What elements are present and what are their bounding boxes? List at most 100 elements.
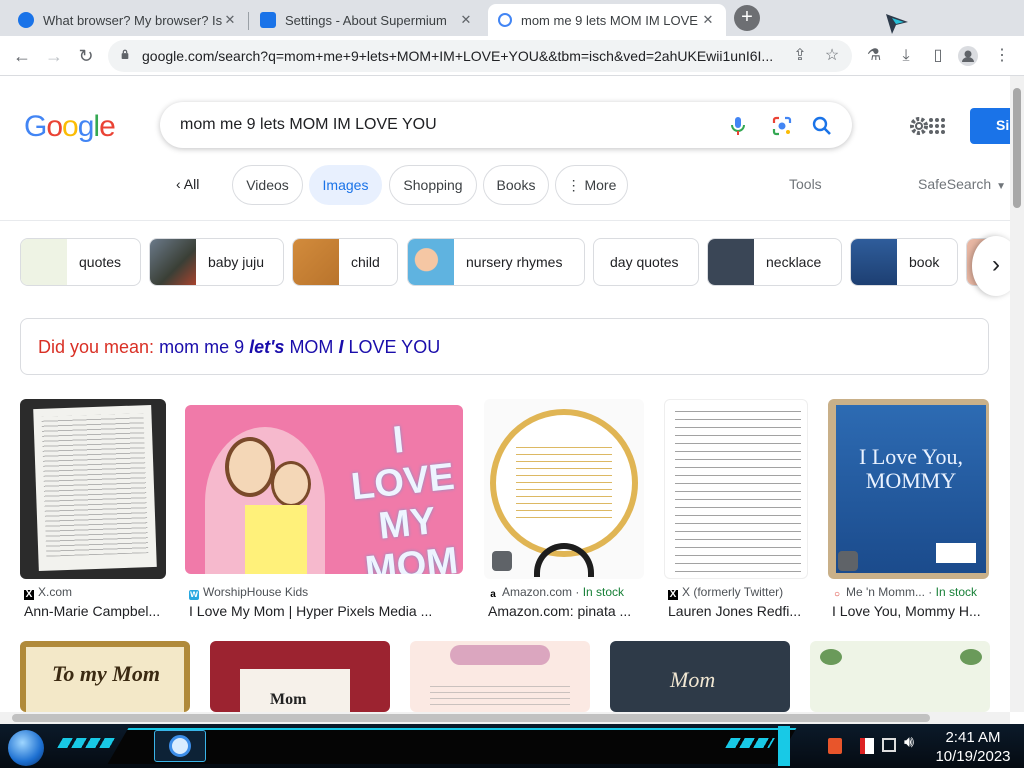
image-result[interactable]: X X.com Ann-Marie Campbel... — [20, 399, 166, 624]
reload-icon[interactable]: ↻ — [74, 44, 98, 68]
filter-chip-shopping[interactable]: Shopping — [389, 165, 477, 205]
result-image[interactable]: Mom — [610, 641, 790, 712]
chip-thumbnail — [150, 239, 196, 285]
result-title[interactable]: I Love My Mom | Hyper Pixels Media ... — [189, 603, 459, 619]
chip-thumbnail — [408, 239, 454, 285]
close-tab-icon[interactable]: ✕ — [458, 12, 474, 28]
result-title[interactable]: I Love You, Mommy H... — [832, 603, 990, 619]
tray-app-icon[interactable] — [828, 738, 842, 754]
image-result[interactable]: To my Mom — [20, 641, 190, 712]
new-tab-button[interactable]: + — [734, 5, 760, 31]
suggestion-chip-nursery-rhymes[interactable]: nursery rhymes — [407, 238, 585, 286]
filter-chip-more[interactable]: ⋮ More — [555, 165, 628, 205]
result-title[interactable]: Ann-Marie Campbel... — [24, 603, 166, 619]
show-desktop-button[interactable] — [778, 726, 790, 766]
share-icon[interactable]: ⇪ — [790, 46, 810, 66]
result-image[interactable] — [20, 399, 166, 579]
globe-icon — [18, 12, 34, 28]
result-image[interactable] — [410, 641, 590, 712]
image-result[interactable] — [410, 641, 590, 712]
price-tag-icon — [492, 551, 512, 571]
lens-camera-icon[interactable] — [770, 114, 794, 138]
price-tag-icon — [838, 551, 858, 571]
amazon-logo-icon: a — [490, 589, 496, 600]
flower-decoration — [450, 645, 550, 665]
filter-chip-books[interactable]: Books — [483, 165, 549, 205]
microphone-icon[interactable] — [726, 114, 750, 138]
tab-google-search[interactable]: mom me 9 lets MOM IM LOVE Y ✕ — [488, 4, 726, 36]
image-result[interactable]: I Love You, MOMMY ○ Me 'n Momm... · In sto… — [828, 399, 990, 624]
scrollbar-thumb[interactable] — [1013, 88, 1021, 208]
bookmark-star-icon[interactable]: ☆ — [822, 46, 842, 66]
search-input[interactable]: mom me 9 lets MOM IM LOVE YOU — [180, 116, 437, 134]
action-center-icon[interactable] — [860, 738, 874, 754]
safesearch-button[interactable]: SafeSearch ▼ — [918, 176, 1006, 192]
image-word: LOVE — [349, 455, 457, 509]
filter-chip-images[interactable]: Images — [309, 165, 382, 205]
vertical-scrollbar[interactable] — [1010, 76, 1024, 712]
menu-kebab-icon[interactable]: ⋮ — [992, 46, 1012, 66]
tweet-text-lines — [675, 404, 801, 576]
address-bar[interactable]: google.com/search?q=mom+me+9+lets+MOM+IM… — [108, 40, 852, 72]
back-arrow-icon[interactable]: ← — [10, 44, 34, 68]
chip-thumbnail — [851, 239, 897, 285]
suggested-text: MOM — [289, 337, 334, 357]
filter-chip-videos[interactable]: Videos — [232, 165, 303, 205]
forward-arrow-icon[interactable]: → — [42, 44, 66, 68]
google-favicon-icon — [498, 13, 512, 27]
suggestion-chip-book[interactable]: book — [850, 238, 958, 286]
settings-gear-icon[interactable] — [908, 115, 930, 137]
result-image[interactable] — [484, 399, 644, 579]
caret-down-icon: ▼ — [996, 181, 1007, 192]
close-tab-icon[interactable]: ✕ — [700, 12, 716, 28]
start-orb-icon[interactable] — [8, 730, 44, 766]
side-panel-icon[interactable]: ▯ — [928, 46, 948, 66]
suggestion-chip-baby-juju[interactable]: baby juju — [149, 238, 284, 286]
result-title[interactable]: Lauren Jones Redfi... — [668, 603, 808, 619]
tab-browser-question[interactable]: What browser? My browser? Is m ✕ — [8, 4, 248, 36]
image-result[interactable] — [810, 641, 990, 712]
result-image[interactable] — [664, 399, 808, 579]
image-result[interactable]: Mom — [610, 641, 790, 712]
image-result[interactable]: X X (formerly Twitter) Lauren Jones Redfi… — [664, 399, 810, 624]
tools-button[interactable]: Tools — [789, 176, 822, 192]
result-image[interactable] — [810, 641, 990, 712]
taskbar-band — [107, 728, 797, 764]
suggestion-chip-quotes[interactable]: quotes — [20, 238, 141, 286]
tab-divider — [248, 12, 249, 30]
result-image[interactable]: Mom — [210, 641, 390, 712]
search-box[interactable]: mom me 9 lets MOM IM LOVE YOU — [160, 102, 852, 148]
result-image[interactable]: I LOVE MY MOM — [185, 405, 463, 574]
taskbar-browser-button[interactable] — [154, 730, 206, 762]
suggestion-chip-child[interactable]: child — [292, 238, 398, 286]
suggestion-chip-day-quotes[interactable]: day quotes — [593, 238, 699, 286]
google-logo[interactable]: Google — [24, 110, 116, 144]
volume-icon[interactable]: 🔊︎ — [904, 734, 914, 752]
did-you-mean-link[interactable]: mom me 9 let's MOM I LOVE YOU — [159, 337, 440, 357]
download-icon[interactable]: ⤓ — [896, 46, 916, 66]
result-image[interactable]: I Love You, MOMMY — [828, 399, 989, 579]
tab-title: Settings - About Supermium — [285, 12, 447, 28]
chip-thumbnail — [708, 239, 754, 285]
close-tab-icon[interactable]: ✕ — [222, 12, 238, 28]
tab-settings[interactable]: Settings - About Supermium ✕ — [250, 4, 484, 36]
all-label: All — [183, 176, 200, 192]
system-clock[interactable]: 2:41 AM 10/19/2023 — [928, 728, 1018, 766]
image-result[interactable]: Mom — [210, 641, 390, 712]
result-image[interactable]: To my Mom — [20, 641, 190, 712]
extension-flask-icon[interactable]: ⚗ — [864, 46, 884, 66]
image-result[interactable]: I LOVE MY MOM w WorshipHouse Kids I Love My… — [185, 399, 465, 624]
scrollbar-thumb[interactable] — [12, 714, 930, 722]
result-title[interactable]: Amazon.com: pinata ... — [488, 603, 646, 619]
image-result[interactable]: a Amazon.com · In stock Amazon.com: pinat… — [484, 399, 646, 624]
profile-avatar-icon[interactable] — [958, 46, 978, 66]
source-name: Amazon.com — [502, 585, 573, 599]
google-apps-grid-icon[interactable] — [928, 117, 946, 135]
search-icon[interactable] — [810, 114, 834, 138]
back-all-link[interactable]: ‹ All — [176, 176, 199, 192]
chip-label: necklace — [766, 254, 822, 270]
chip-label: child — [351, 254, 380, 270]
horizontal-scrollbar[interactable] — [0, 712, 1010, 724]
network-icon[interactable] — [882, 738, 896, 752]
suggestion-chip-necklace[interactable]: necklace — [707, 238, 842, 286]
